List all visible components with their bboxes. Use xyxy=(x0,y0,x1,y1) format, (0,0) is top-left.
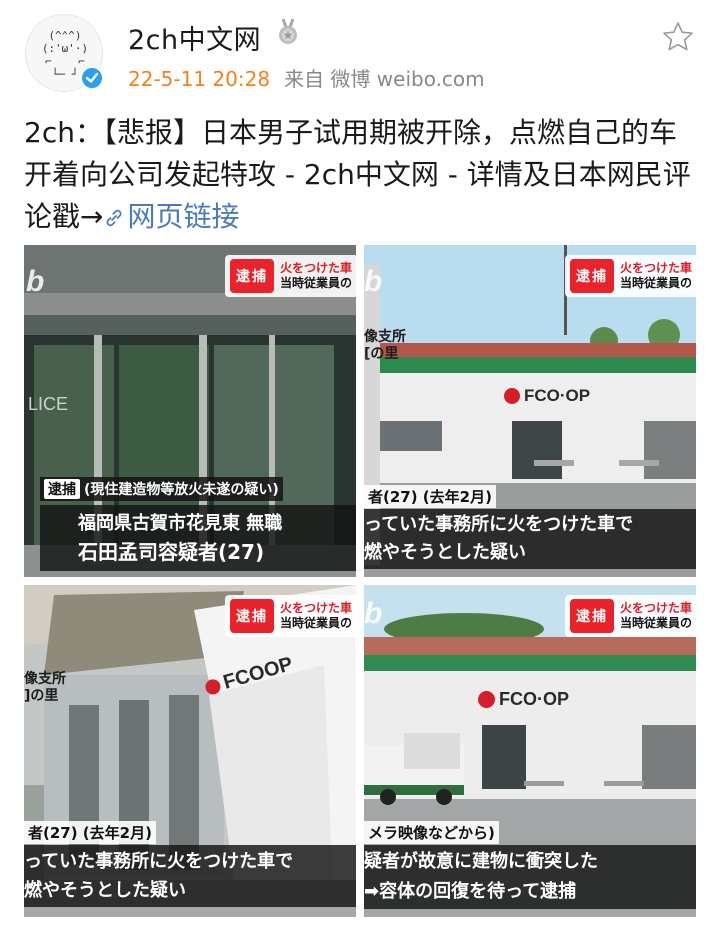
caption-line-2: っていた事務所に火をつけた車で xyxy=(364,514,634,535)
arrest-tag: 逮捕 xyxy=(569,259,614,293)
fcoop-logo: FCO·OP xyxy=(478,689,569,710)
apple-logo-icon xyxy=(504,388,520,404)
arrest-tag: 逮捕 xyxy=(229,259,274,293)
caption-line-3: ➡容体の回復を待って逮捕 xyxy=(364,881,577,902)
web-link[interactable]: 网页链接 xyxy=(103,200,239,233)
badge-line-1: 火をつけた車 xyxy=(279,261,352,275)
caption-line-3: 燃やそうとした疑い xyxy=(364,542,526,563)
broadcaster-logo: b xyxy=(364,265,383,298)
news-badge: 逮捕 火をつけた車 当時従業員の xyxy=(224,595,356,637)
username[interactable]: 2ch中文网 xyxy=(128,18,261,57)
broadcaster-logo: b xyxy=(364,597,383,630)
medal-icon xyxy=(276,18,300,46)
caption-line-1: 逮捕 (現住建造物等放火未遂の疑い) xyxy=(40,477,283,501)
caption-suspect: 石田孟司容疑者(27) xyxy=(78,540,265,564)
apple-logo-icon xyxy=(478,691,495,708)
caption-line-1: メラ映像などから) xyxy=(364,821,499,844)
favorite-star-icon[interactable] xyxy=(661,20,695,54)
news-badge: 逮捕 火をつけた車 当時従業員の xyxy=(224,255,356,297)
link-icon xyxy=(103,199,125,241)
post-header: (^⌃^) (:'ω'·) ⌐ ⌐ └─ ┘ 2ch中文网 22-5-11 20… xyxy=(0,0,720,105)
news-badge: 逮捕 火をつけた車 当時従業員の xyxy=(564,595,696,637)
sign-text: LICE xyxy=(28,394,68,414)
news-badge: 逮捕 火をつけた車 当時従業員の xyxy=(564,255,696,297)
badge-line-2: 当時従業員の xyxy=(279,276,352,290)
fcoop-logo: FCO·OP xyxy=(504,386,590,406)
badge-line-1: 火をつけた車 xyxy=(279,601,352,615)
arrest-tag: 逮捕 xyxy=(569,599,614,633)
fcoop-logo-text: FCO·OP xyxy=(499,689,569,709)
web-link-label: 网页链接 xyxy=(127,200,240,233)
image-grid: LICE b 逮捕 火をつけた車 当時従業員の 逮捕 (現住建造物等放火未遂の疑い… xyxy=(24,245,696,917)
post-meta: 22-5-11 20:28 来自 微博 weibo.com xyxy=(128,63,485,92)
badge-line-2: 当時従業員の xyxy=(619,616,692,630)
badge-line-1: 火をつけた車 xyxy=(619,261,692,275)
broadcaster-logo: b xyxy=(26,265,45,298)
badge-line-2: 当時従業員の xyxy=(619,276,692,290)
sign-text: 像支所 [の里 xyxy=(364,329,406,362)
post-image-3[interactable]: 像支所 ]の里 FCOOP 逮捕 火をつけた車 当時従業員の 者(27) (去年… xyxy=(24,585,356,917)
post-source: 来自 微博 weibo.com xyxy=(284,67,485,91)
caption-line-2: っていた事務所に火をつけた車で xyxy=(24,851,294,872)
post-text: 2ch：【悲报】日本男子试用期被开除，点燃自己的车开着向公司发起特攻 - 2ch… xyxy=(24,112,696,241)
caption-block: 福岡県古賀市花見東 無職 石田孟司容疑者(27) xyxy=(40,505,356,571)
post-time: 22-5-11 20:28 xyxy=(128,67,271,91)
caption-address: 福岡県古賀市花見東 無職 xyxy=(78,513,283,534)
post-image-2[interactable]: b 像支所 [の里 FCO·OP 逮捕 火をつけた車 当時従業員の 者(27) … xyxy=(364,245,696,577)
arrest-tag: 逮捕 xyxy=(229,599,274,633)
caption-tag: 逮捕 xyxy=(44,479,80,499)
caption-block: 疑者が故意に建物に衝突した ➡容体の回復を待って逮捕 xyxy=(364,845,696,909)
caption-line-1: 者(27) (去年2月) xyxy=(364,485,496,508)
verified-badge-icon xyxy=(80,66,104,90)
caption-line-2: 疑者が故意に建物に衝突した xyxy=(364,851,598,872)
caption-line-1: 者(27) (去年2月) xyxy=(24,821,156,844)
post-image-1[interactable]: LICE b 逮捕 火をつけた車 当時従業員の 逮捕 (現住建造物等放火未遂の疑い… xyxy=(24,245,356,577)
post-image-4[interactable]: b FCO·OP 逮捕 火をつけた車 当時従業員の メラ映像などから) 疑者が故… xyxy=(364,585,696,917)
badge-line-1: 火をつけた車 xyxy=(619,601,692,615)
caption-line-3: 燃やそうとした疑い xyxy=(24,880,186,901)
caption-charge: (現住建造物等放火未遂の疑い) xyxy=(84,482,279,498)
caption-block: っていた事務所に火をつけた車で 燃やそうとした疑い xyxy=(364,509,696,569)
badge-line-2: 当時従業員の xyxy=(279,616,352,630)
apple-logo-icon xyxy=(203,677,223,697)
fcoop-logo-text: FCO·OP xyxy=(524,386,591,405)
caption-block: っていた事務所に火をつけた車で 燃やそうとした疑い xyxy=(24,845,356,907)
sign-text: 像支所 ]の里 xyxy=(24,671,66,704)
